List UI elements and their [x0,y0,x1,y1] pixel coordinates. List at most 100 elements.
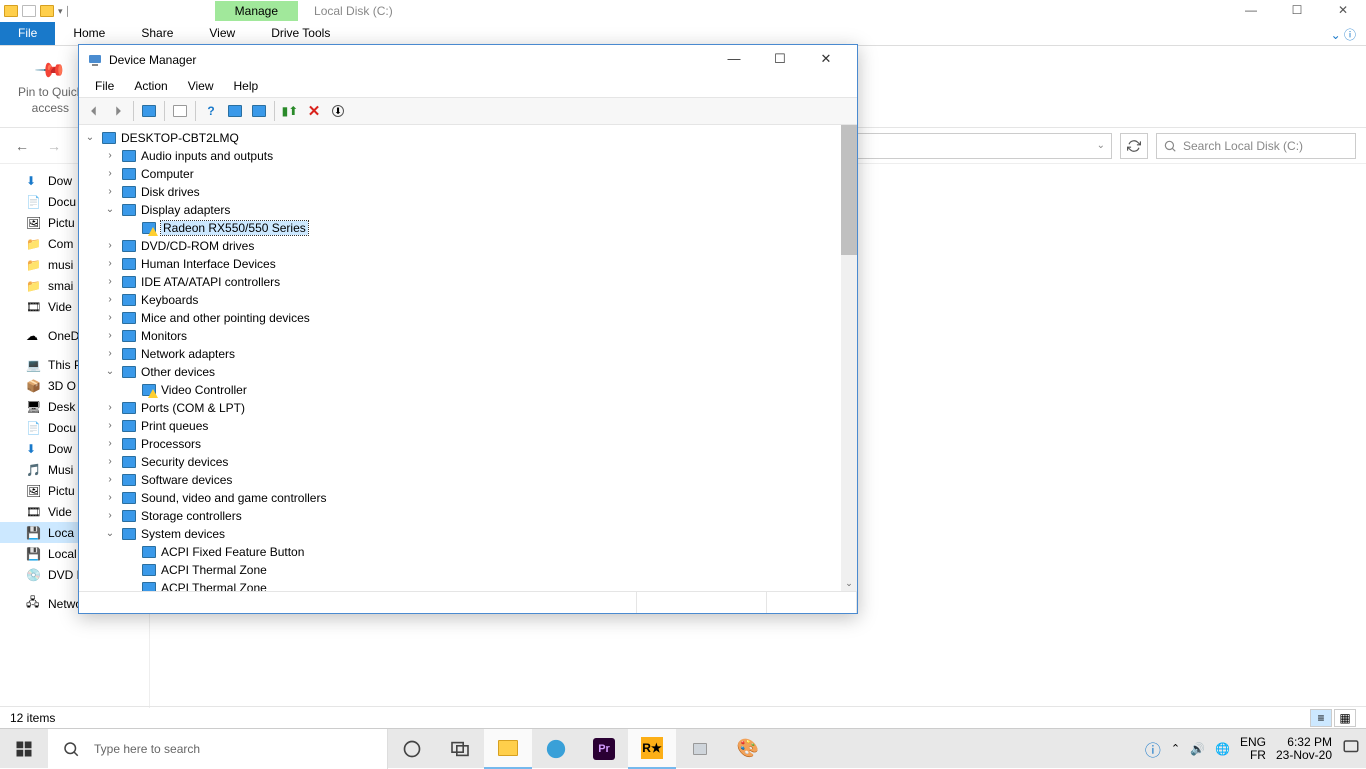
expand-icon[interactable]: › [103,457,117,468]
scan-hardware-icon[interactable] [248,100,270,122]
enable-device-icon[interactable]: ▮⬆ [279,100,301,122]
expand-icon[interactable]: › [103,277,117,288]
task-view-icon[interactable] [436,729,484,769]
pin-to-quick-access-button[interactable]: 📌 Pin to Quick access [18,58,83,115]
collapse-icon[interactable]: ⌄ [83,132,97,144]
tree-item[interactable]: Radeon RX550/550 Series [79,219,857,237]
dm-titlebar[interactable]: Device Manager — ☐ ✕ [79,45,857,75]
help-tray-icon[interactable]: ⓘ [1145,737,1161,761]
forward-icon[interactable] [107,100,129,122]
qat-dropdown-icon[interactable]: ▾ │ [58,6,71,17]
chevron-down-icon[interactable]: ⌄ [1097,140,1105,151]
tree-item[interactable]: ⌄System devices [79,525,857,543]
menu-action[interactable]: Action [124,76,177,96]
tree-item[interactable]: ›Mice and other pointing devices [79,309,857,327]
action-icon[interactable] [224,100,246,122]
scrollbar-thumb[interactable] [841,125,857,255]
tree-item[interactable]: ›Monitors [79,327,857,345]
refresh-button[interactable] [1120,133,1148,159]
premiere-taskbar-icon[interactable]: Pr [580,729,628,769]
close-button[interactable]: ✕ [1320,0,1366,22]
edge-taskbar-icon[interactable] [532,729,580,769]
collapse-icon[interactable]: ⌄ [103,204,117,216]
dm-maximize-button[interactable]: ☐ [757,46,803,74]
expand-icon[interactable]: › [103,493,117,504]
expand-icon[interactable]: › [103,259,117,270]
expand-icon[interactable]: › [103,331,117,342]
expand-icon[interactable]: › [103,241,117,252]
uninstall-device-icon[interactable]: ✕ [303,100,325,122]
language-indicator[interactable]: ENG FR [1240,736,1266,762]
tree-item[interactable]: ACPI Thermal Zone [79,561,857,579]
view-icons-button[interactable]: ▦ [1334,709,1356,727]
tree-item[interactable]: ›Keyboards [79,291,857,309]
expand-icon[interactable]: › [103,169,117,180]
taskbar-search[interactable]: Type here to search [48,729,388,769]
forward-button[interactable]: → [42,138,66,154]
tree-item[interactable]: ›Network adapters [79,345,857,363]
tree-item[interactable]: ›IDE ATA/ATAPI controllers [79,273,857,291]
properties-icon[interactable] [169,100,191,122]
menu-help[interactable]: Help [224,76,269,96]
minimize-button[interactable]: — [1228,0,1274,22]
device-manager-taskbar-icon[interactable] [676,729,724,769]
view-details-button[interactable]: ≡ [1310,709,1332,727]
tree-item[interactable]: ›Disk drives [79,183,857,201]
device-tree[interactable]: ⌄ DESKTOP-CBT2LMQ ›Audio inputs and outp… [79,125,857,591]
collapse-icon[interactable]: ⌄ [103,528,117,540]
expand-icon[interactable]: › [103,403,117,414]
tree-item[interactable]: ›Software devices [79,471,857,489]
search-input[interactable]: Search Local Disk (C:) [1156,133,1356,159]
expand-icon[interactable]: › [103,439,117,450]
tree-item[interactable]: Video Controller [79,381,857,399]
scrollbar[interactable]: ⌄ [841,125,857,591]
tree-item[interactable]: ›Human Interface Devices [79,255,857,273]
notifications-icon[interactable] [1342,738,1360,759]
tree-item[interactable]: ›Sound, video and game controllers [79,489,857,507]
expand-icon[interactable]: › [103,475,117,486]
show-hide-tree-icon[interactable] [138,100,160,122]
tree-item[interactable]: ›Audio inputs and outputs [79,147,857,165]
cortana-icon[interactable] [388,729,436,769]
tree-item[interactable]: ›Print queues [79,417,857,435]
menu-file[interactable]: File [85,76,124,96]
tree-root[interactable]: ⌄ DESKTOP-CBT2LMQ [79,129,857,147]
manage-tab[interactable]: Manage [215,1,298,21]
dm-minimize-button[interactable]: — [711,46,757,74]
expand-icon[interactable]: › [103,421,117,432]
tree-item[interactable]: ›Security devices [79,453,857,471]
start-button[interactable] [0,729,48,769]
back-button[interactable]: ← [10,138,34,154]
clock[interactable]: 6:32 PM 23-Nov-20 [1276,736,1332,762]
expand-icon[interactable]: › [103,511,117,522]
back-icon[interactable] [83,100,105,122]
maximize-button[interactable]: ☐ [1274,0,1320,22]
tree-item[interactable]: ›Ports (COM & LPT) [79,399,857,417]
network-icon[interactable]: 🌐 [1215,742,1230,756]
tree-item[interactable]: ›Storage controllers [79,507,857,525]
help-icon[interactable]: ? [200,100,222,122]
volume-icon[interactable]: 🔊 [1190,742,1205,756]
chevron-up-icon[interactable]: ⌃ [1171,742,1180,755]
tab-file[interactable]: File [0,22,55,45]
update-driver-icon[interactable]: ⬇ [327,100,349,122]
tree-item[interactable]: ›DVD/CD-ROM drives [79,237,857,255]
tree-item[interactable]: ACPI Thermal Zone [79,579,857,591]
tab-view[interactable]: View [191,22,253,45]
ribbon-toggle-icon[interactable]: ⌄ ⓘ [1321,22,1366,45]
expand-icon[interactable]: › [103,313,117,324]
rockstar-taskbar-icon[interactable]: R★ [628,729,676,769]
paint-taskbar-icon[interactable]: 🎨 [724,729,772,769]
scroll-down-icon[interactable]: ⌄ [841,575,857,591]
tree-item[interactable]: ACPI Fixed Feature Button [79,543,857,561]
expand-icon[interactable]: › [103,295,117,306]
tree-item[interactable]: ⌄Other devices [79,363,857,381]
expand-icon[interactable]: › [103,187,117,198]
folder-icon[interactable] [40,5,54,17]
tree-item[interactable]: ⌄Display adapters [79,201,857,219]
tree-item[interactable]: ›Processors [79,435,857,453]
explorer-taskbar-icon[interactable] [484,729,532,769]
tab-drive-tools[interactable]: Drive Tools [253,22,348,45]
collapse-icon[interactable]: ⌄ [103,366,117,378]
properties-icon[interactable] [22,5,36,17]
